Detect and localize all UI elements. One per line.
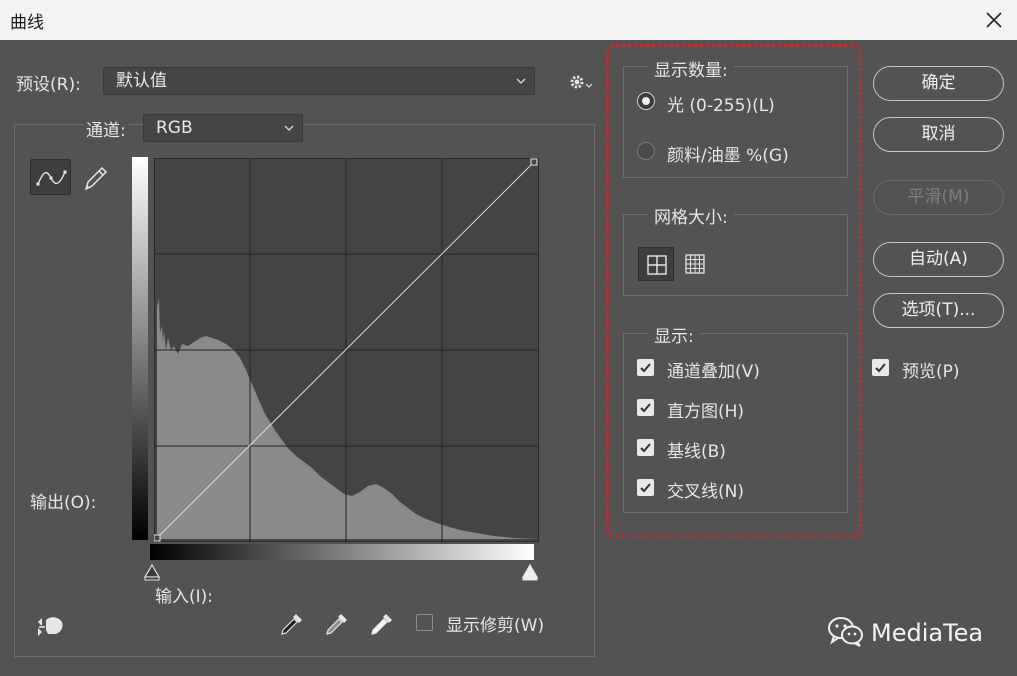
options-button[interactable]: 选项(T)... <box>873 293 1004 328</box>
preview-label: 预览(P) <box>902 362 960 382</box>
white-eyedropper[interactable] <box>368 610 396 638</box>
output-gradient-bar <box>132 157 148 540</box>
preview-checkbox[interactable] <box>872 359 889 376</box>
window-title: 曲线 <box>10 13 44 33</box>
gear-icon <box>570 75 593 89</box>
output-label: 输出(O): <box>30 493 97 513</box>
preset-dropdown[interactable]: 默认值 <box>103 67 535 95</box>
auto-button[interactable]: 自动(A) <box>873 242 1004 277</box>
highlight-outline <box>606 44 862 538</box>
pencil-icon <box>84 166 108 191</box>
white-point-handle[interactable] <box>530 158 538 166</box>
black-point-handle[interactable] <box>154 534 161 542</box>
ok-button[interactable]: 确定 <box>873 66 1004 101</box>
black-eyedropper[interactable] <box>278 610 306 638</box>
curve-icon <box>36 170 67 186</box>
close-button[interactable] <box>971 0 1017 40</box>
show-clipping-label: 显示修剪(W) <box>446 616 545 636</box>
close-icon <box>986 12 1002 28</box>
pencil-tool[interactable] <box>80 162 110 194</box>
title-bar: 曲线 <box>0 0 1017 40</box>
eyedropper-gray-icon <box>326 614 347 635</box>
gray-eyedropper[interactable] <box>323 610 351 638</box>
chevron-down-icon <box>516 78 526 84</box>
input-gradient-bar <box>150 544 534 560</box>
eyedropper-black-icon <box>281 614 302 635</box>
preset-label: 预设(R): <box>16 75 81 95</box>
curves-graph[interactable] <box>154 158 539 542</box>
input-label: 输入(I): <box>155 587 214 607</box>
preset-options-button[interactable] <box>568 72 594 94</box>
white-input-slider[interactable] <box>521 563 539 581</box>
channel-dropdown[interactable]: RGB <box>143 114 303 142</box>
show-clipping-checkbox[interactable] <box>416 614 433 631</box>
curve-point-tool[interactable] <box>30 159 71 195</box>
chevron-down-icon <box>284 125 294 131</box>
checkmark-icon <box>875 363 886 373</box>
targeted-adjustment-tool[interactable] <box>34 612 66 640</box>
hand-adjust-icon <box>38 617 63 636</box>
black-input-slider[interactable] <box>143 563 161 581</box>
eyedropper-white-icon <box>371 614 392 635</box>
cancel-button[interactable]: 取消 <box>873 117 1004 152</box>
preset-value: 默认值 <box>116 71 167 91</box>
channel-value: RGB <box>156 118 193 138</box>
smooth-button[interactable]: 平滑(M) <box>873 180 1004 215</box>
wechat-icon <box>826 615 866 649</box>
channel-label: 通道: <box>84 116 128 141</box>
watermark-text: MediaTea <box>871 619 984 647</box>
